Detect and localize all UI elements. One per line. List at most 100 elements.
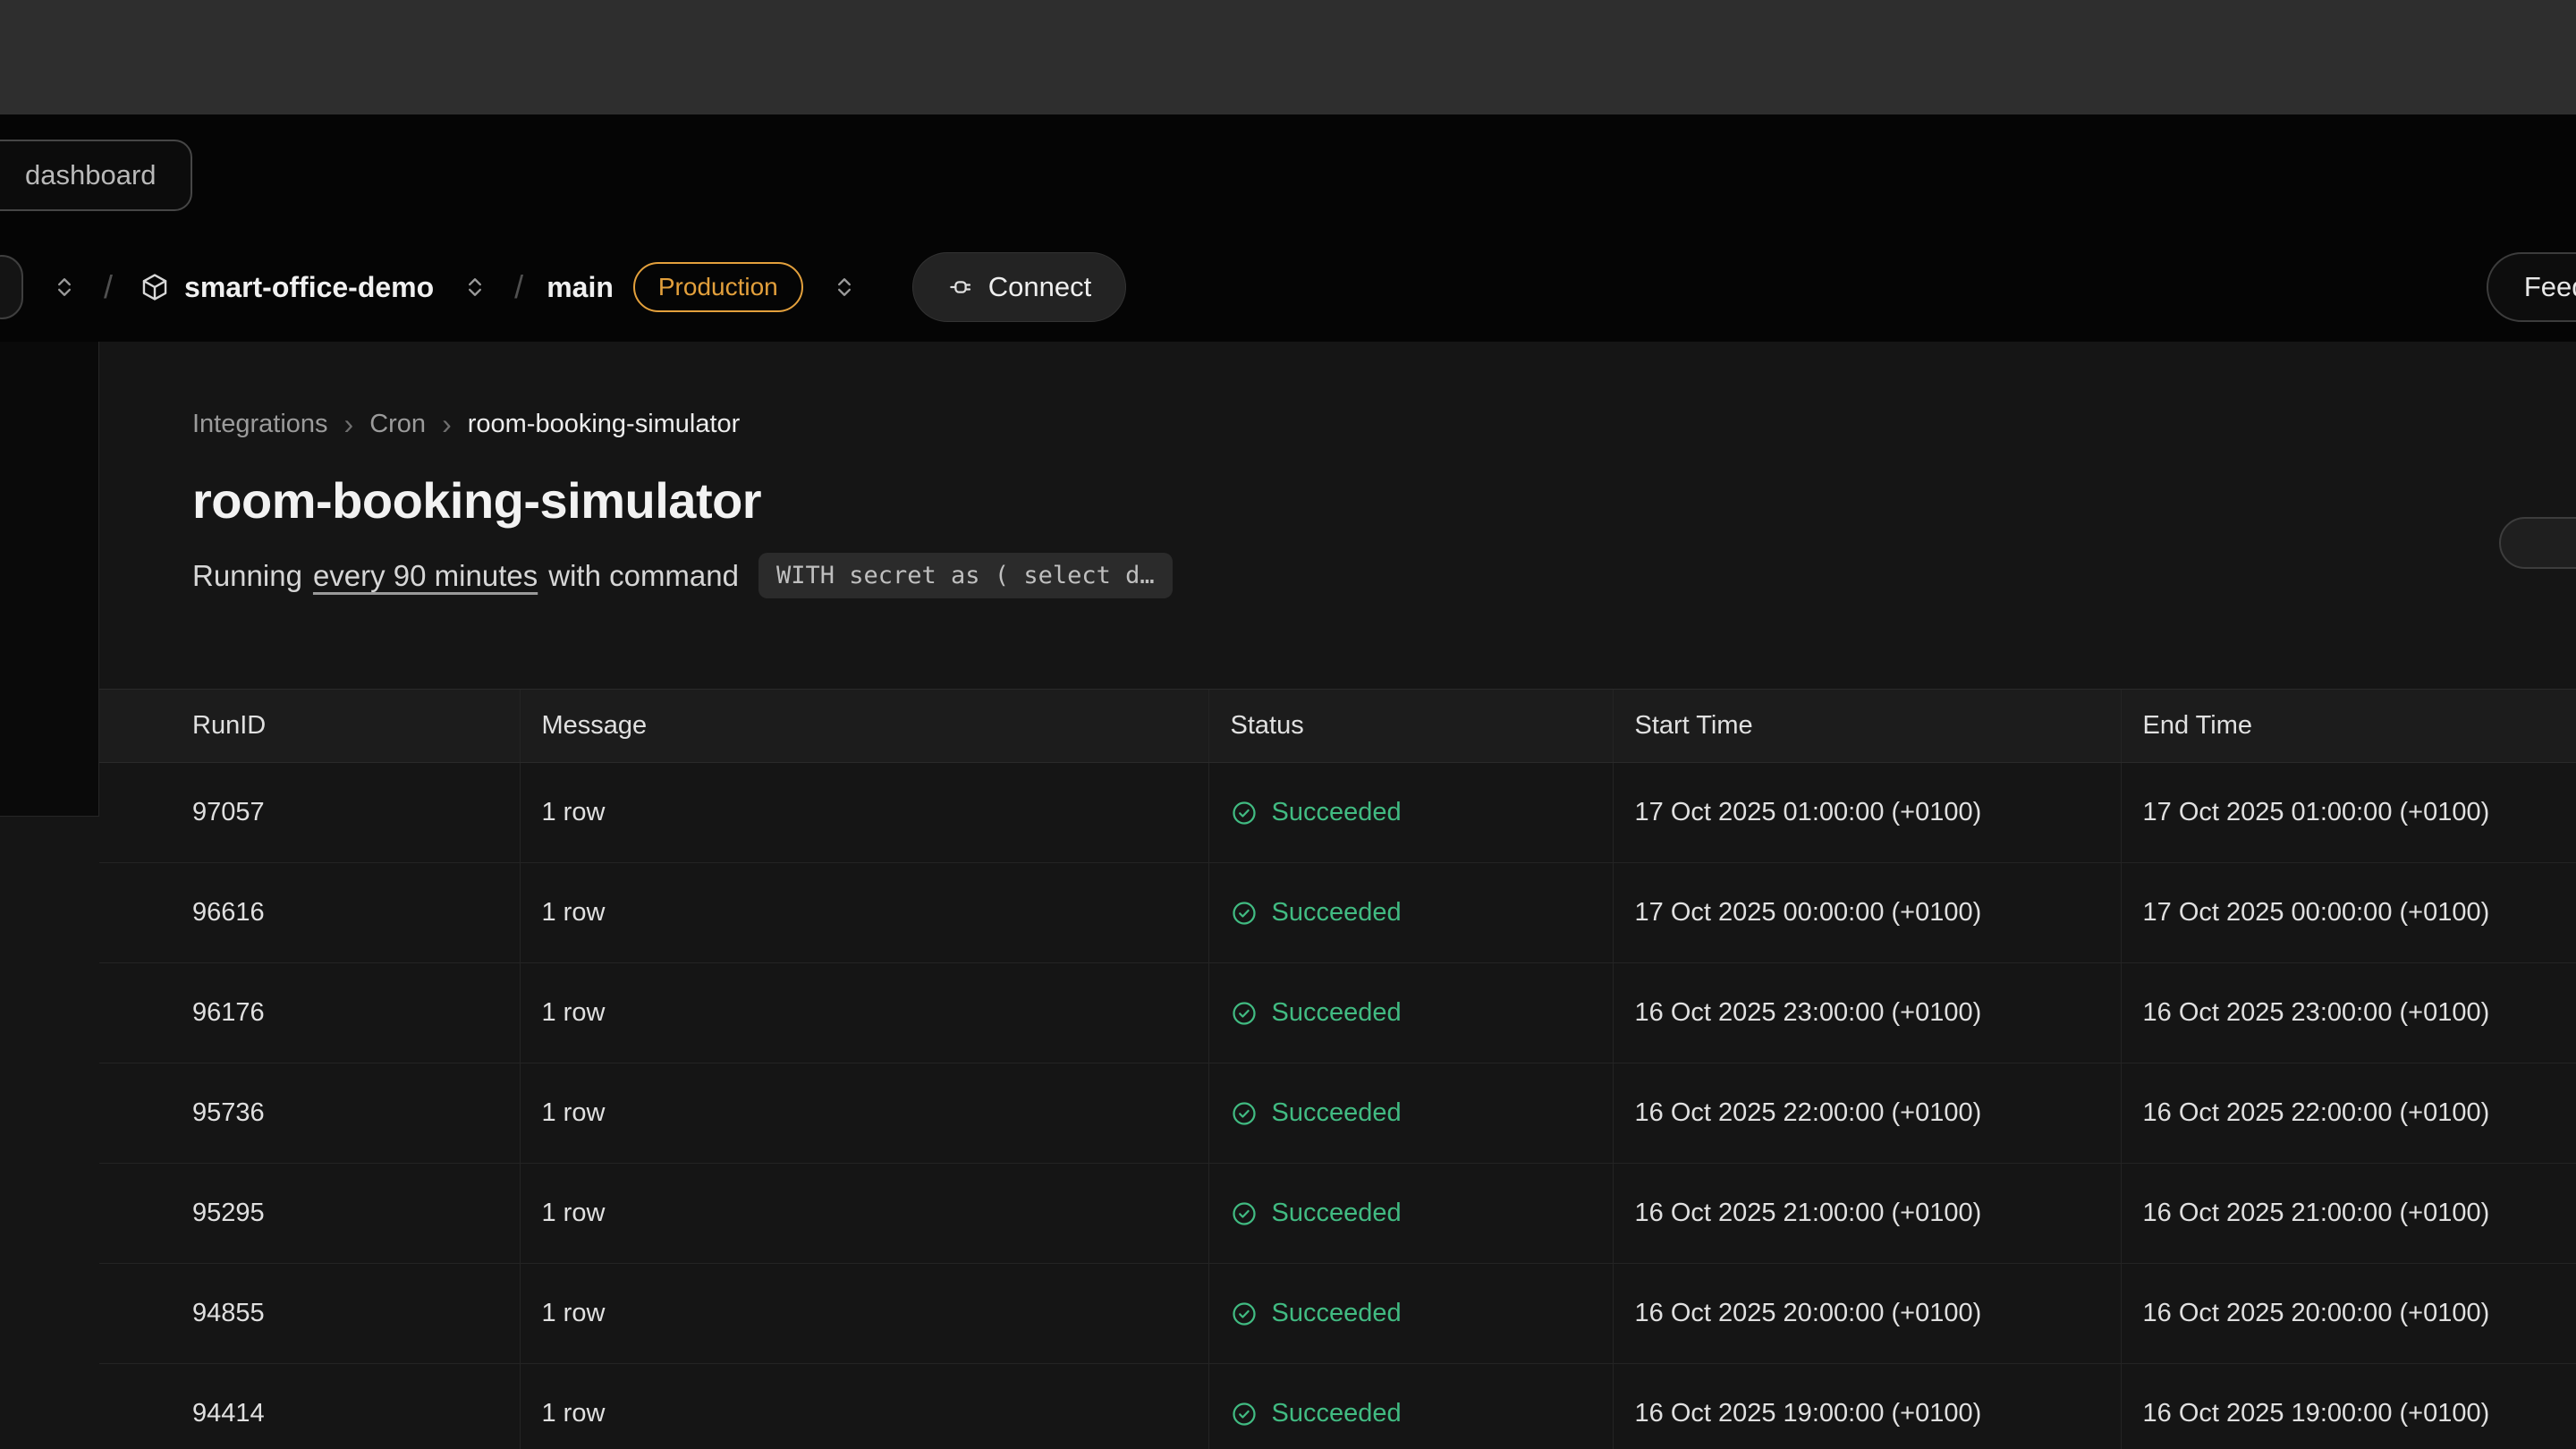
table-row[interactable]: 957361 row Succeeded 16 Oct 2025 22:00:00 … [99, 1063, 2576, 1164]
status-cell: Succeeded [1208, 1364, 1613, 1449]
start-time-cell: 16 Oct 2025 19:00:00 (+0100) [1613, 1364, 2121, 1449]
status-label: Succeeded [1272, 998, 1402, 1028]
run-id-cell: 97057 [99, 763, 520, 863]
table-row[interactable]: 966161 row Succeeded 17 Oct 2025 00:00:00 … [99, 863, 2576, 963]
description-prefix: Running [192, 559, 302, 593]
end-time-cell: 17 Oct 2025 00:00:00 (+0100) [2121, 863, 2576, 963]
start-time-cell: 16 Oct 2025 23:00:00 (+0100) [1613, 963, 2121, 1063]
message-cell: 1 row [520, 963, 1208, 1063]
branch-name[interactable]: main [547, 271, 614, 304]
run-id-cell: 94414 [99, 1364, 520, 1449]
runs-table: RunID Message Status Start Time End Time… [99, 689, 2576, 1449]
col-end-time: End Time [2121, 690, 2576, 763]
run-id-cell: 95295 [99, 1164, 520, 1264]
status-label: Succeeded [1272, 1098, 1402, 1128]
start-time-cell: 17 Oct 2025 00:00:00 (+0100) [1613, 863, 2121, 963]
end-time-cell: 16 Oct 2025 21:00:00 (+0100) [2121, 1164, 2576, 1264]
chevron-updown-icon [52, 275, 77, 300]
status-cell: Succeeded [1208, 1164, 1613, 1264]
check-circle-icon [1231, 1401, 1258, 1428]
database-icon [140, 272, 170, 302]
workspace-switcher-button[interactable] [47, 269, 82, 305]
status-label: Succeeded [1272, 798, 1402, 827]
breadcrumb: Integrations › Cron › room-booking-simul… [192, 408, 2576, 441]
check-circle-icon [1231, 900, 1258, 927]
partial-action-button[interactable] [2499, 517, 2576, 569]
status-cell: Succeeded [1208, 763, 1613, 863]
table-row[interactable]: 952951 row Succeeded 16 Oct 2025 21:00:00 … [99, 1164, 2576, 1264]
plug-icon [947, 274, 974, 301]
branch-switcher-button[interactable] [826, 269, 862, 305]
window-chrome-bar [0, 0, 2576, 114]
start-time-cell: 16 Oct 2025 22:00:00 (+0100) [1613, 1063, 2121, 1164]
feedback-button[interactable]: Feedback [2487, 252, 2576, 322]
command-chip[interactable]: WITH secret as ( select d… [758, 553, 1173, 598]
workspace-selector-partial[interactable] [0, 255, 23, 319]
table-row[interactable]: 970571 row Succeeded 17 Oct 2025 01:00:00 … [99, 763, 2576, 863]
project-name[interactable]: smart-office-demo [184, 271, 434, 304]
chevron-right-icon: › [442, 408, 452, 441]
sidebar-rail [0, 342, 99, 817]
status-label: Succeeded [1272, 1399, 1402, 1428]
nav-separator: / [514, 268, 523, 306]
message-cell: 1 row [520, 1063, 1208, 1164]
message-cell: 1 row [520, 1264, 1208, 1364]
end-time-cell: 16 Oct 2025 20:00:00 (+0100) [2121, 1264, 2576, 1364]
check-circle-icon [1231, 800, 1258, 826]
col-runid: RunID [99, 690, 520, 763]
table-row[interactable]: 948551 row Succeeded 16 Oct 2025 20:00:00 … [99, 1264, 2576, 1364]
chevron-right-icon: › [344, 408, 354, 441]
col-status: Status [1208, 690, 1613, 763]
end-time-cell: 16 Oct 2025 19:00:00 (+0100) [2121, 1364, 2576, 1449]
status-label: Succeeded [1272, 898, 1402, 928]
feedback-label: Feedback [2524, 271, 2576, 303]
start-time-cell: 16 Oct 2025 20:00:00 (+0100) [1613, 1264, 2121, 1364]
connect-label: Connect [988, 271, 1091, 303]
page-header: Integrations › Cron › room-booking-simul… [99, 342, 2576, 689]
breadcrumb-cron[interactable]: Cron [369, 410, 426, 439]
start-time-cell: 16 Oct 2025 21:00:00 (+0100) [1613, 1164, 2121, 1264]
status-label: Succeeded [1272, 1199, 1402, 1228]
schedule-text: every 90 minutes [313, 559, 538, 593]
message-cell: 1 row [520, 1164, 1208, 1264]
run-id-cell: 95736 [99, 1063, 520, 1164]
end-time-cell: 17 Oct 2025 01:00:00 (+0100) [2121, 763, 2576, 863]
breadcrumb-integrations[interactable]: Integrations [192, 410, 328, 439]
project-switcher-button[interactable] [457, 269, 493, 305]
breadcrumb-navbar: / smart-office-demo / main Production Co… [0, 250, 2576, 324]
table-row[interactable]: 961761 rowSucceeded16 Oct 2025 23:00:00 … [99, 963, 2576, 1063]
status-cell: Succeeded [1208, 863, 1613, 963]
message-cell: 1 row [520, 763, 1208, 863]
breadcrumb-current: room-booking-simulator [468, 410, 741, 439]
check-circle-icon [1231, 1100, 1258, 1127]
status-cell: Succeeded [1208, 1063, 1613, 1164]
production-badge: Production [633, 262, 803, 312]
check-circle-icon [1231, 1301, 1258, 1327]
content-area: Integrations › Cron › room-booking-simul… [0, 342, 2576, 1449]
run-id-cell: 96616 [99, 863, 520, 963]
message-cell: 1 row [520, 863, 1208, 963]
connect-button[interactable]: Connect [912, 252, 1126, 322]
nav-separator: / [104, 268, 113, 306]
tab-dashboard[interactable]: dashboard [0, 140, 192, 211]
status-label: Succeeded [1272, 1299, 1402, 1328]
run-id-cell: 94855 [99, 1264, 520, 1364]
col-message: Message [520, 690, 1208, 763]
chevron-updown-icon [462, 275, 487, 300]
top-navigation-band: dashboard / smart-office-demo / main Pro… [0, 114, 2576, 342]
end-time-cell: 16 Oct 2025 23:00:00 (+0100) [2121, 963, 2576, 1063]
end-time-cell: 16 Oct 2025 22:00:00 (+0100) [2121, 1063, 2576, 1164]
check-circle-icon [1231, 1200, 1258, 1227]
table-row[interactable]: 944141 row Succeeded 16 Oct 2025 19:00:00 … [99, 1364, 2576, 1449]
table-header-row: RunID Message Status Start Time End Time [99, 690, 2576, 763]
page-title: room-booking-simulator [192, 471, 2576, 530]
page-description: Running every 90 minutes with command WI… [192, 553, 2576, 598]
description-middle: with command [548, 559, 739, 593]
start-time-cell: 17 Oct 2025 01:00:00 (+0100) [1613, 763, 2121, 863]
message-cell: 1 row [520, 1364, 1208, 1449]
runs-tbody: 970571 rowSucceeded17 Oct 2025 01:00:00 … [99, 763, 2576, 1449]
status-cell: Succeeded [1208, 963, 1613, 1063]
col-start-time: Start Time [1613, 690, 2121, 763]
status-cell: Succeeded [1208, 1264, 1613, 1364]
tab-dashboard-label: dashboard [25, 159, 157, 191]
